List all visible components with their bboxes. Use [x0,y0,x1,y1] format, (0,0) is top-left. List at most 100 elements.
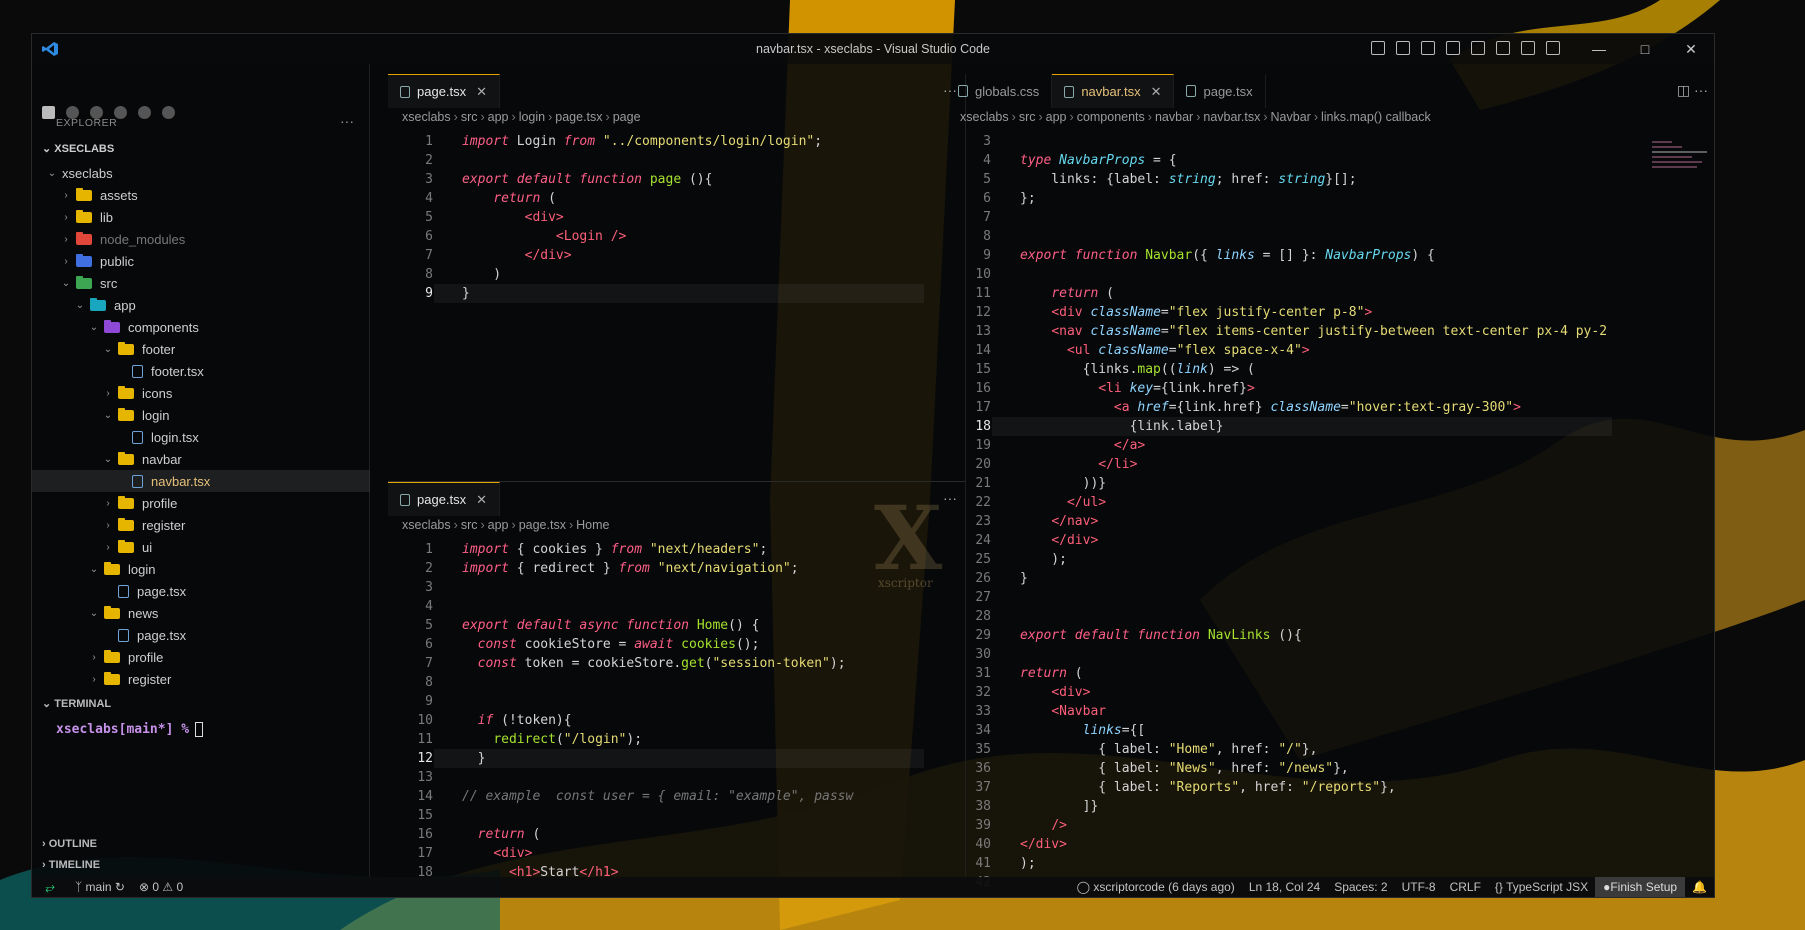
tree-folder[interactable]: ⌄ navbar [32,448,370,470]
tree-file[interactable]: footer.tsx [32,360,370,382]
tree-file[interactable]: page.tsx [32,624,370,646]
finish-setup-button[interactable]: ● Finish Setup [1595,877,1686,897]
github-icon[interactable] [138,106,151,119]
tree-folder[interactable]: ⌄ footer [32,338,370,360]
minimize-button[interactable]: — [1576,34,1622,64]
minimap-line [1652,156,1692,158]
breadcrumb-item[interactable]: Home [576,518,609,532]
code-line: <Login /> [555,229,627,244]
breadcrumb-item[interactable]: navbar [1155,110,1193,124]
breadcrumb-item[interactable]: links.map() callback [1321,110,1431,124]
notifications-bell-icon[interactable]: 🔔 [1692,880,1707,894]
problems-indicator[interactable]: ⊗ 0 ⚠ 0 [139,880,183,894]
layout-icon[interactable] [1396,41,1410,55]
breadcrumb-item[interactable]: app [488,110,509,124]
language-mode[interactable]: {} TypeScript JSX [1495,880,1588,894]
breadcrumb-item[interactable]: Navbar [1271,110,1311,124]
breadcrumb-item[interactable]: src [461,110,478,124]
breadcrumb-item[interactable]: xseclabs [402,518,451,532]
close-tab-icon[interactable]: ✕ [476,492,487,508]
outline-section[interactable]: › OUTLINE [42,838,97,850]
manage-gear-icon[interactable] [1546,41,1560,55]
customize-layout-icon[interactable] [1496,41,1510,55]
tree-folder[interactable]: › lib [32,206,370,228]
breadcrumb-item[interactable]: xseclabs [402,110,451,124]
split-editor-icon[interactable]: ◫ ··· [1677,82,1708,99]
breadcrumb-item[interactable]: page.tsx [519,518,566,532]
tree-folder[interactable]: › assets [32,184,370,206]
line-endings[interactable]: CRLF [1450,880,1481,894]
tab-page-tsx[interactable]: page.tsx [1174,74,1266,108]
breadcrumb-item[interactable]: page.tsx [555,110,602,124]
breadcrumb-item[interactable]: navbar.tsx [1203,110,1260,124]
close-tab-icon[interactable]: ✕ [1151,84,1162,100]
toggle-primary-sidebar-icon[interactable] [1421,41,1435,55]
remote-indicator-icon[interactable]: ⥂ [32,877,68,897]
branch-indicator[interactable]: ᛉ main ↻ [75,880,125,894]
toggle-secondary-sidebar-icon[interactable] [1471,41,1485,55]
more-actions-icon[interactable]: ··· [340,113,354,129]
git-blame[interactable]: ◯ xscriptorcode (6 days ago) [1077,880,1235,894]
minimap[interactable] [1652,138,1712,171]
breadcrumb-item[interactable]: app [1046,110,1067,124]
tree-folder[interactable]: ⌄ components [32,316,370,338]
tab-page-tsx[interactable]: page.tsx ✕ [388,74,501,108]
tree-item-label: login [128,561,156,577]
tab-globals-css[interactable]: globals.css [946,74,1053,108]
tree-folder[interactable]: › node_modules [32,228,370,250]
close-tab-icon[interactable]: ✕ [476,84,487,100]
copilot-icon[interactable] [1371,41,1385,55]
line-number: 17 [417,846,433,861]
tree-file[interactable]: navbar.tsx [32,470,370,492]
tree-folder[interactable]: ⌄ src [32,272,370,294]
toggle-panel-icon[interactable] [1446,41,1460,55]
breadcrumb-item[interactable]: components [1077,110,1145,124]
breadcrumb-item[interactable]: src [461,518,478,532]
tree-item-label: app [114,297,136,313]
accounts-icon[interactable] [1521,41,1535,55]
tree-file[interactable]: page.tsx [32,580,370,602]
tree-folder[interactable]: ⌄ app [32,294,370,316]
branch-icon: ᛉ [75,880,86,894]
close-button[interactable]: ✕ [1668,34,1714,64]
files-icon[interactable] [42,106,55,119]
tree-folder[interactable]: › profile [32,646,370,668]
tree-folder[interactable]: › icons [32,382,370,404]
tree-folder[interactable]: › register [32,514,370,536]
chevron-right-icon: › [605,110,610,124]
chevron-down-icon: ⌄ [42,143,55,155]
tree-folder[interactable]: ⌄ login [32,558,370,580]
tree-folder[interactable]: ⌄ news [32,602,370,624]
terminal-prompt[interactable]: xseclabs[main*] % [56,722,204,737]
terminal-header[interactable]: ⌄ TERMINAL [42,697,111,710]
breadcrumb-item[interactable]: page [613,110,641,124]
tree-folder[interactable]: › ui [32,536,370,558]
line-number: 29 [975,628,991,643]
indentation[interactable]: Spaces: 2 [1334,880,1387,894]
tab-page-tsx[interactable]: page.tsx ✕ [388,482,501,516]
line-number: 17 [975,400,991,415]
tree-folder[interactable]: › public [32,250,370,272]
breadcrumb-item[interactable]: src [1019,110,1036,124]
encoding[interactable]: UTF-8 [1402,880,1436,894]
line-number: 26 [975,571,991,586]
breadcrumb-item[interactable]: xseclabs [960,110,1009,124]
react-file-icon [400,493,410,506]
timeline-section[interactable]: › TIMELINE [42,859,100,871]
tree-file[interactable]: login.tsx [32,426,370,448]
maximize-button[interactable]: □ [1622,34,1668,64]
tree-folder[interactable]: › register [32,668,370,690]
breadcrumb-item[interactable]: app [488,518,509,532]
tree-folder[interactable]: ⌄ xseclabs [32,162,370,184]
cursor-position[interactable]: Ln 18, Col 24 [1249,880,1320,894]
extensions-icon[interactable] [162,106,175,119]
tree-item-label: icons [142,385,173,401]
folder-icon [118,539,134,553]
code-line: ); [1020,856,1036,871]
tree-folder[interactable]: ⌄ login [32,404,370,426]
tree-folder[interactable]: › profile [32,492,370,514]
workspace-root[interactable]: ⌄ XSECLABS [42,142,114,155]
tab-navbar-tsx[interactable]: navbar.tsx ✕ [1052,74,1175,108]
breadcrumb-item[interactable]: login [519,110,545,124]
chevron-right-icon: › [106,497,110,509]
